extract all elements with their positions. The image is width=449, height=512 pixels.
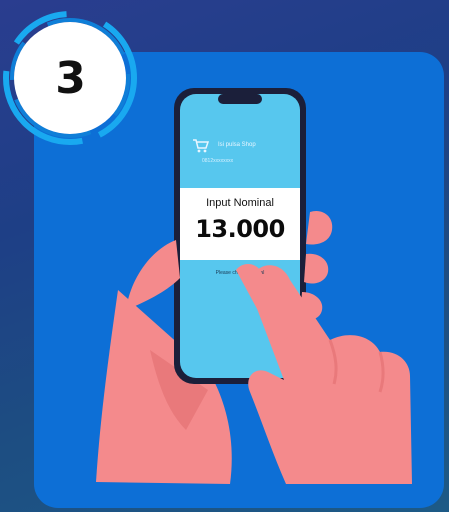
pointing-finger: [236, 264, 298, 344]
pointing-finger-overlay: [236, 264, 298, 344]
